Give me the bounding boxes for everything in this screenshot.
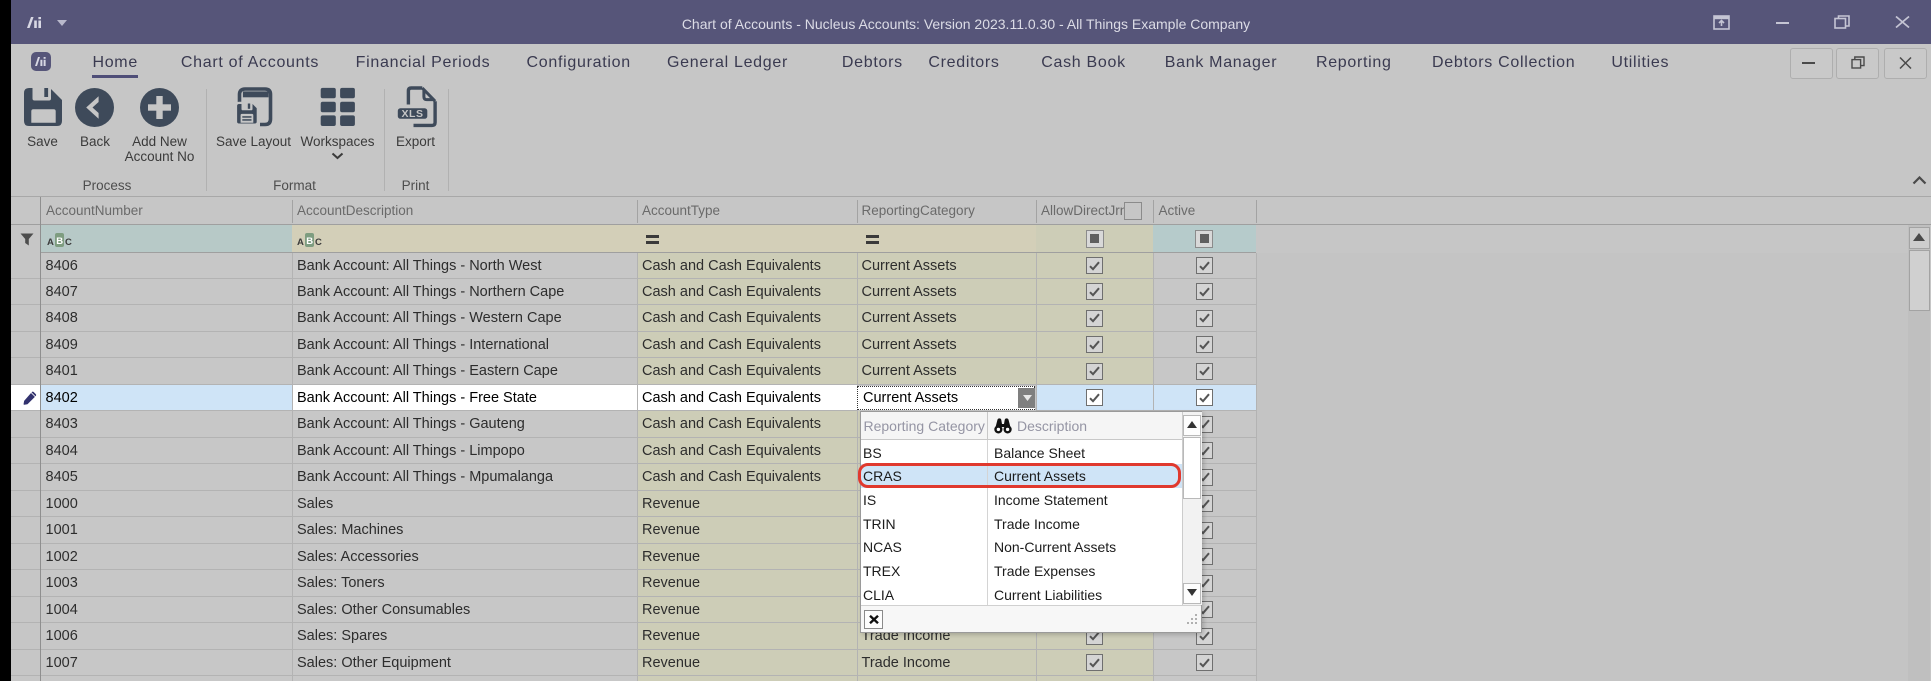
svg-text:XLS: XLS: [402, 108, 424, 120]
